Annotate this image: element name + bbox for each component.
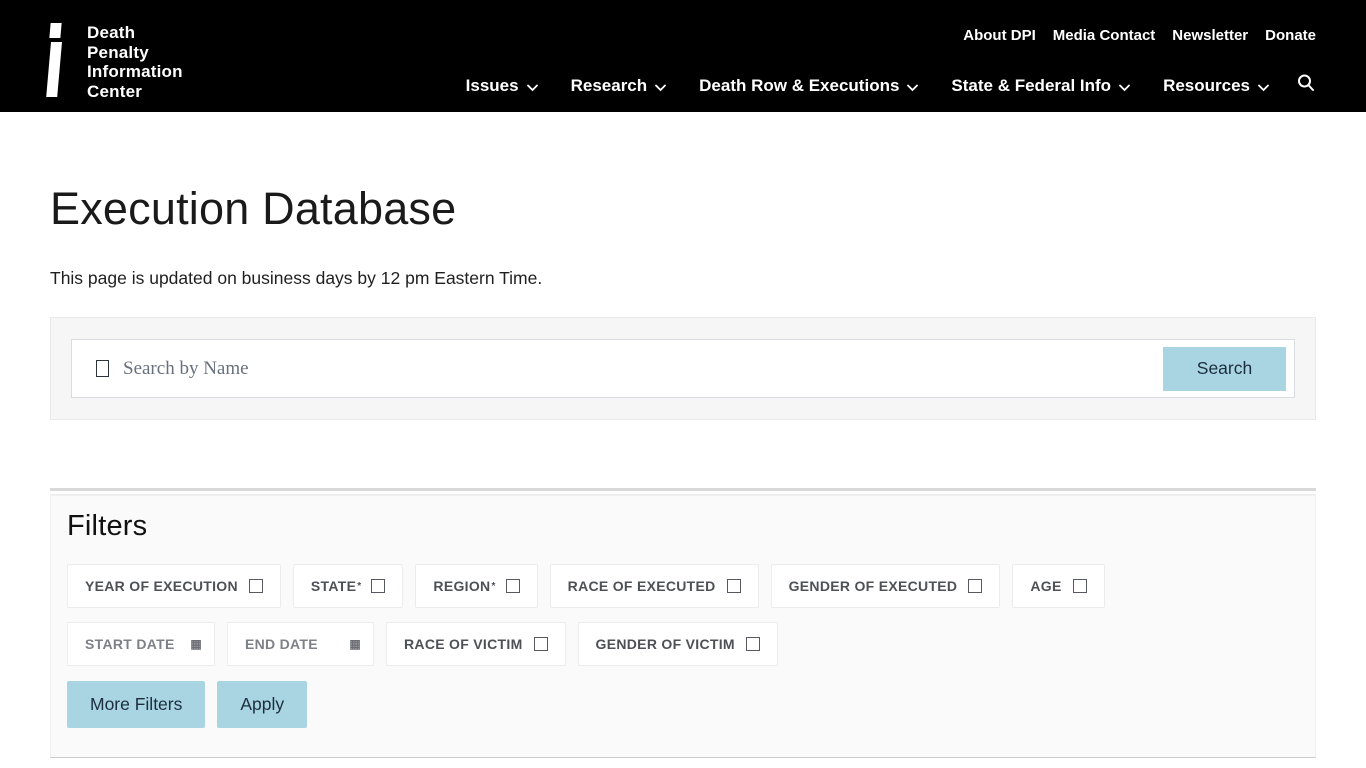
more-filters-button[interactable]: More Filters — [67, 681, 205, 728]
nav-search-button[interactable] — [1296, 73, 1316, 98]
dropdown-box-icon — [371, 579, 385, 593]
date-field-label: START DATE — [85, 636, 175, 652]
filter-label: STATE — [311, 578, 356, 594]
dropdown-box-icon — [506, 579, 520, 593]
calendar-icon: ▦ — [349, 637, 361, 651]
section-divider — [50, 488, 1316, 495]
nav-item-state-federal-info[interactable]: State & Federal Info — [951, 75, 1130, 97]
nav-item-label: Issues — [466, 76, 519, 96]
filter-state[interactable]: STATE* — [293, 564, 404, 608]
chevron-down-icon — [1119, 77, 1130, 97]
filter-label: GENDER OF VICTIM — [596, 636, 735, 652]
required-asterisk: * — [491, 581, 495, 592]
chevron-down-icon — [527, 77, 538, 97]
date-field-label: END DATE — [245, 636, 318, 652]
filter-gender-of-victim[interactable]: GENDER OF VICTIM — [578, 622, 778, 666]
chevron-down-icon — [655, 77, 666, 97]
logo-wordmark: Death Penalty Information Center — [87, 20, 183, 101]
filter-label: GENDER OF EXECUTED — [789, 578, 958, 594]
filter-label: RACE OF VICTIM — [404, 636, 523, 652]
logo-line: Death — [87, 23, 183, 43]
nav-item-label: Resources — [1163, 76, 1250, 96]
search-field-icon — [96, 360, 109, 377]
logo-line: Center — [87, 82, 183, 102]
nav-item-research[interactable]: Research — [571, 75, 667, 97]
nav-item-death-row-executions[interactable]: Death Row & Executions — [699, 75, 918, 97]
search-by-name-input[interactable] — [123, 340, 1163, 397]
nav-item-label: State & Federal Info — [951, 76, 1111, 96]
start-date-field[interactable]: START DATE ▦ — [67, 622, 215, 666]
site-header: Death Penalty Information Center About D… — [0, 0, 1366, 112]
dropdown-box-icon — [249, 579, 263, 593]
filters-heading: Filters — [67, 510, 1299, 543]
main-nav: Issues Research Death Row & Executions S… — [466, 73, 1316, 98]
site-logo[interactable]: Death Penalty Information Center — [45, 20, 183, 101]
nav-link-about-dpi[interactable]: About DPI — [963, 27, 1036, 44]
dropdown-box-icon — [727, 579, 741, 593]
calendar-icon: ▦ — [190, 637, 202, 651]
nav-item-issues[interactable]: Issues — [466, 75, 538, 97]
filter-race-of-victim[interactable]: RACE OF VICTIM — [386, 622, 566, 666]
end-date-field[interactable]: END DATE ▦ — [227, 622, 374, 666]
filter-age[interactable]: AGE — [1012, 564, 1104, 608]
filters-panel: Filters YEAR OF EXECUTION STATE* REGION*… — [50, 495, 1316, 758]
chevron-down-icon — [1258, 77, 1269, 97]
filter-label: AGE — [1030, 578, 1061, 594]
main-content: Execution Database This page is updated … — [0, 183, 1366, 758]
filter-actions: More Filters Apply — [67, 681, 1299, 728]
logo-line: Information — [87, 62, 183, 82]
dropdown-box-icon — [746, 637, 760, 651]
filter-row-1: YEAR OF EXECUTION STATE* REGION* RACE OF… — [67, 564, 1299, 608]
filter-region[interactable]: REGION* — [415, 564, 537, 608]
required-asterisk: * — [357, 581, 361, 592]
filter-race-of-executed[interactable]: RACE OF EXECUTED — [550, 564, 759, 608]
apply-button[interactable]: Apply — [217, 681, 307, 728]
page-title: Execution Database — [50, 183, 1316, 235]
utility-nav: About DPI Media Contact Newsletter Donat… — [963, 27, 1316, 44]
filter-label: RACE OF EXECUTED — [568, 578, 716, 594]
dropdown-box-icon — [1073, 579, 1087, 593]
filter-label: YEAR OF EXECUTION — [85, 578, 238, 594]
filter-row-2: START DATE ▦ END DATE ▦ RACE OF VICTIM G… — [67, 622, 1299, 666]
filter-gender-of-executed[interactable]: GENDER OF EXECUTED — [771, 564, 1001, 608]
filter-year-of-execution[interactable]: YEAR OF EXECUTION — [67, 564, 281, 608]
nav-item-label: Death Row & Executions — [699, 76, 899, 96]
search-box: Search — [71, 339, 1295, 398]
nav-link-media-contact[interactable]: Media Contact — [1053, 27, 1156, 44]
nav-link-newsletter[interactable]: Newsletter — [1172, 27, 1248, 44]
filter-label: REGION — [433, 578, 490, 594]
dropdown-box-icon — [534, 637, 548, 651]
update-note: This page is updated on business days by… — [50, 268, 1316, 289]
dpi-logo-icon — [45, 20, 69, 98]
nav-item-label: Research — [571, 76, 648, 96]
search-icon — [1296, 73, 1316, 98]
search-panel: Search — [50, 317, 1316, 420]
chevron-down-icon — [907, 77, 918, 97]
logo-line: Penalty — [87, 43, 183, 63]
search-button[interactable]: Search — [1163, 347, 1286, 391]
nav-item-resources[interactable]: Resources — [1163, 75, 1269, 97]
nav-link-donate[interactable]: Donate — [1265, 27, 1316, 44]
dropdown-box-icon — [968, 579, 982, 593]
